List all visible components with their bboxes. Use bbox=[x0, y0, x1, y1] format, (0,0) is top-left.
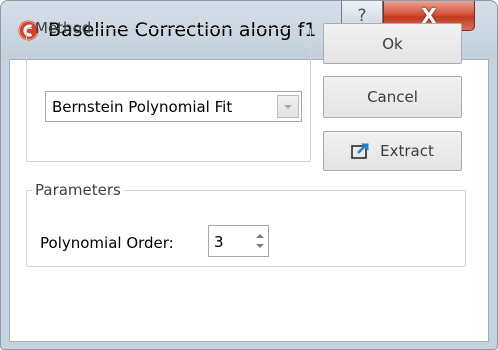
ok-button[interactable]: Ok bbox=[323, 23, 462, 64]
cancel-button[interactable]: Cancel bbox=[323, 76, 462, 118]
extract-button[interactable]: Extract bbox=[323, 131, 462, 171]
polynomial-order-spinbox[interactable]: 3 bbox=[208, 225, 269, 257]
method-selected-value: Bernstein Polynomial Fit bbox=[52, 98, 233, 116]
polynomial-order-label: Polynomial Order: bbox=[40, 234, 174, 252]
export-arrow-icon bbox=[351, 143, 369, 159]
spin-down-icon[interactable] bbox=[256, 244, 264, 248]
dropdown-arrow-button[interactable] bbox=[277, 95, 299, 118]
polynomial-order-value: 3 bbox=[214, 233, 224, 251]
method-dropdown[interactable]: Bernstein Polynomial Fit bbox=[45, 91, 302, 122]
dialog-window: Baseline Correction along f1 ? X Method … bbox=[0, 0, 498, 350]
ok-button-label: Ok bbox=[382, 34, 403, 53]
chevron-down-icon bbox=[284, 105, 292, 109]
cancel-button-label: Cancel bbox=[367, 88, 418, 106]
parameters-legend: Parameters bbox=[35, 181, 121, 199]
spin-up-icon[interactable] bbox=[256, 234, 264, 238]
extract-button-label: Extract bbox=[380, 142, 434, 160]
method-legend: Method bbox=[35, 19, 92, 37]
